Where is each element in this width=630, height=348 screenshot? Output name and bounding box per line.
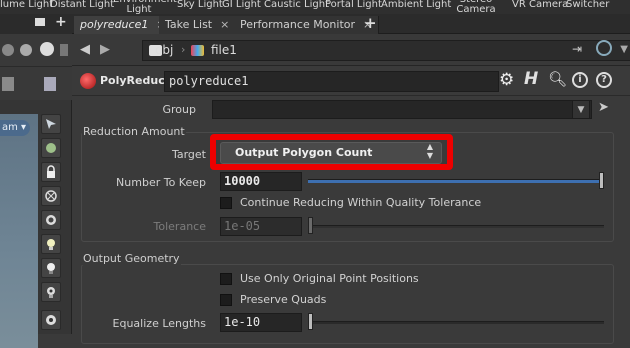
- render-icon[interactable]: [41, 258, 61, 278]
- help-h-icon[interactable]: H: [524, 69, 538, 89]
- tab-label: Performance Monitor: [240, 18, 356, 31]
- equalize-lengths-field[interactable]: 1e-10: [220, 313, 302, 332]
- display-icon[interactable]: [41, 282, 61, 302]
- node-type-label: PolyReduce: [100, 74, 173, 87]
- pin-icon[interactable]: ⇥: [572, 42, 582, 56]
- select-arrow-icon[interactable]: ➤: [598, 100, 609, 115]
- continue-reducing-checkbox[interactable]: [220, 197, 232, 209]
- shelf-item-ambient-light[interactable]: Ambient Light: [381, 0, 451, 10]
- link-icon[interactable]: [596, 40, 612, 56]
- shelf-item-portal-light[interactable]: Portal Light: [325, 0, 382, 10]
- number-to-keep-field[interactable]: 10000: [220, 172, 302, 191]
- highlight-box: [210, 134, 453, 170]
- shelf-item-environment-light[interactable]: Environment Light: [113, 0, 177, 14]
- display-a-icon[interactable]: [2, 77, 14, 91]
- node-name-field[interactable]: polyreduce1: [164, 71, 499, 92]
- add-tab-button[interactable]: +: [364, 14, 377, 32]
- equalize-lengths-slider[interactable]: [308, 321, 604, 324]
- edit-tool-icon[interactable]: [41, 138, 61, 158]
- path-separator: ›: [181, 43, 186, 56]
- shelf-item-caustic-light[interactable]: Caustic Light: [264, 0, 329, 10]
- snap-icon[interactable]: [41, 186, 61, 206]
- tab-polyreduce[interactable]: polyreduce1×: [74, 16, 173, 34]
- path-segment-file1[interactable]: file1: [211, 43, 237, 57]
- polyreduce-node-icon: [80, 73, 96, 89]
- tab-label: Take List: [165, 18, 213, 31]
- shelf-item-stereo-camera[interactable]: Stereo Camera: [455, 0, 497, 14]
- info-icon[interactable]: i: [572, 72, 588, 88]
- group-menu-button[interactable]: ▼: [572, 100, 590, 119]
- viewer-tool-icon[interactable]: [2, 44, 14, 56]
- left-toolbar: + am ▾: [0, 14, 72, 348]
- number-to-keep-label: Number To Keep: [116, 176, 206, 189]
- shelf-item-vr-camera[interactable]: VR Camera: [512, 0, 568, 10]
- viewer-more-icon[interactable]: [60, 44, 68, 56]
- shelf-item-distant-light[interactable]: Distant Light: [50, 0, 114, 10]
- slider-fill: [308, 180, 604, 183]
- chevron-down-icon[interactable]: ▼: [620, 44, 628, 55]
- gear-icon[interactable]: ⚙: [499, 70, 514, 90]
- viewport[interactable]: [0, 114, 38, 348]
- shelf-item-sky-light[interactable]: Sky Light: [177, 0, 223, 10]
- path-bar: ◀ ▶ obj › file1 ▼ ⇥: [72, 34, 630, 66]
- number-to-keep-slider[interactable]: [308, 179, 604, 183]
- handle-icon[interactable]: [41, 310, 61, 330]
- pane-tab-bar: polyreduce1× Take List × Performance Moni…: [72, 14, 630, 34]
- close-icon[interactable]: ×: [220, 18, 229, 31]
- select-tool-icon[interactable]: [41, 114, 61, 134]
- use-original-positions-label: Use Only Original Point Positions: [240, 272, 419, 285]
- shelf-item-gi-light[interactable]: GI Light: [222, 0, 261, 10]
- geo-node-icon: [191, 45, 204, 56]
- shelf-item-volume-light[interactable]: lume Light: [0, 0, 53, 10]
- reduction-amount-title: Reduction Amount: [82, 125, 186, 138]
- display-b-icon[interactable]: [44, 77, 56, 91]
- lock-icon[interactable]: [41, 162, 61, 182]
- continue-reducing-label: Continue Reducing Within Quality Toleran…: [240, 196, 482, 209]
- parameter-header: PolyReduce polyreduce1 ⚙ H 🔍︎ i ?: [72, 66, 630, 96]
- tolerance-slider[interactable]: [308, 225, 604, 228]
- camera-menu-label: am: [2, 122, 18, 133]
- view-icon[interactable]: [41, 210, 61, 230]
- camera-menu[interactable]: am ▾: [0, 120, 30, 136]
- viewer-option-icon[interactable]: [40, 42, 54, 56]
- target-label: Target: [171, 148, 206, 161]
- help-icon[interactable]: ?: [596, 72, 612, 88]
- path-segment-obj[interactable]: obj: [155, 43, 173, 57]
- group-label: Group: [162, 103, 197, 116]
- preserve-quads-checkbox[interactable]: [220, 294, 232, 306]
- light-icon[interactable]: [41, 234, 61, 254]
- slider-handle[interactable]: [308, 217, 313, 234]
- shelf-item-switcher[interactable]: Switcher: [566, 0, 609, 10]
- slider-handle[interactable]: [308, 313, 313, 330]
- preserve-quads-label: Preserve Quads: [240, 293, 327, 306]
- forward-arrow-icon[interactable]: ▶: [100, 42, 110, 57]
- search-icon[interactable]: 🔍︎: [548, 70, 567, 88]
- shelf-toolbar: lume Light Distant Light Environment Lig…: [0, 0, 630, 14]
- equalize-lengths-label: Equalize Lengths: [112, 317, 206, 330]
- left-nav-row: [0, 34, 72, 66]
- tab-menu-icon[interactable]: [35, 18, 45, 26]
- tab-label: polyreduce1: [80, 18, 149, 31]
- tab-take-list[interactable]: Take List ×: [159, 16, 237, 34]
- left-tab-bar: +: [0, 14, 72, 34]
- slider-handle[interactable]: [599, 172, 604, 189]
- left-display-row: [0, 66, 72, 100]
- use-original-positions-checkbox[interactable]: [220, 273, 232, 285]
- output-geometry-title: Output Geometry: [82, 252, 181, 265]
- viewer-snap-icon[interactable]: [20, 44, 32, 56]
- tab-performance-monitor[interactable]: Performance Monitor ×: [234, 16, 380, 34]
- group-field[interactable]: [212, 100, 592, 119]
- tolerance-label: Tolerance: [153, 220, 206, 233]
- tolerance-field[interactable]: 1e-05: [220, 217, 302, 236]
- back-arrow-icon[interactable]: ◀: [80, 42, 90, 57]
- path-field[interactable]: obj › file1 ▼: [142, 40, 630, 61]
- parameter-pane: Group ▼ ➤ Reduction Amount Target Output…: [72, 96, 630, 344]
- tab-add-icon[interactable]: +: [55, 14, 67, 30]
